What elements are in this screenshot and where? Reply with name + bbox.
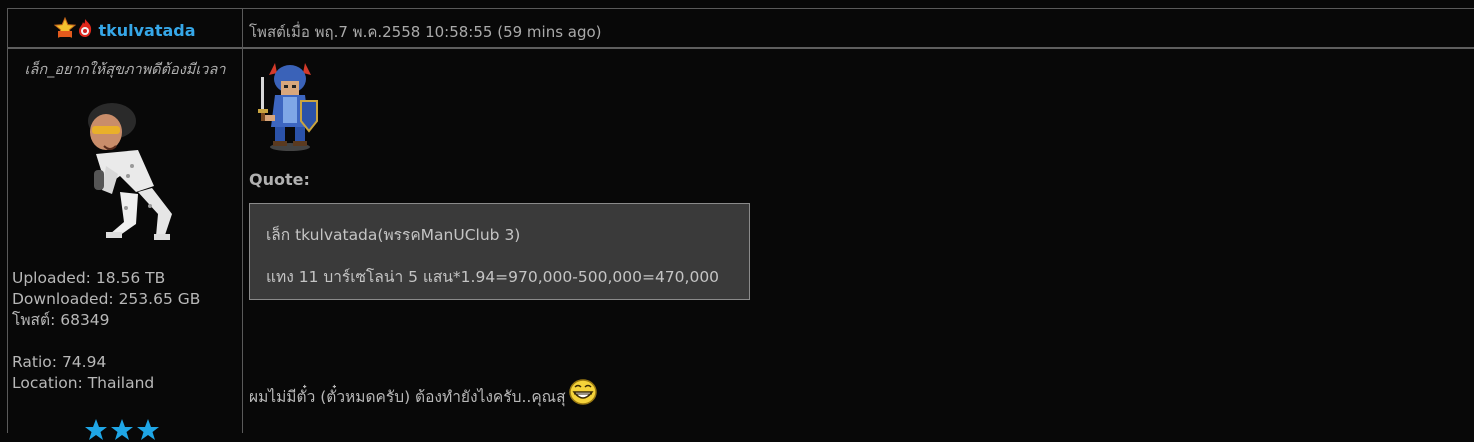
sprite-knight-icon	[258, 63, 318, 151]
blue-star-icon	[111, 419, 133, 440]
posts-stat: โพสต์: 68349	[12, 311, 110, 329]
ratio-stat: Ratio: 74.94	[12, 353, 107, 371]
column-divider	[242, 9, 243, 433]
location-stat: Location: Thailand	[12, 374, 155, 392]
user-stats: Uploaded: 18.56 TB Downloaded: 253.65 GB…	[12, 268, 200, 394]
post-author: tkulvatada	[8, 9, 242, 47]
post-body-text: ผมไม่มีตั๋ว (ตั๋วหมดครับ) ต้องทำยังไงครั…	[249, 388, 566, 406]
rank-icons	[54, 17, 94, 39]
rank-stars	[84, 418, 160, 442]
forum-post: tkulvatada โพสต์เมื่อ พฤ.7 พ.ค.2558 10:5…	[7, 8, 1474, 440]
blue-star-icon	[137, 419, 159, 440]
uploaded-stat: Uploaded: 18.56 TB	[12, 269, 166, 287]
post-header: tkulvatada โพสต์เมื่อ พฤ.7 พ.ค.2558 10:5…	[8, 9, 1474, 49]
blue-star-icon	[85, 419, 107, 440]
user-info-panel: เล็ก_อยากให้สุขภาพดีต้องมีเวลา Uploaded:…	[8, 49, 242, 440]
quote-line: แทง 11 บาร์เซโลน่า 5 แสน*1.94=970,000-50…	[266, 268, 720, 286]
post-body: ผมไม่มีตั๋ว (ตั๋วหมดครับ) ต้องทำยังไงครั…	[249, 379, 597, 409]
fire-rank-icon	[79, 19, 92, 37]
post-timestamp: โพสต์เมื่อ พฤ.7 พ.ค.2558 10:58:55 (59 mi…	[249, 23, 602, 41]
post-content: Quote: เล็ก tkulvatada(พรรคManUClub 3) แ…	[249, 49, 1474, 433]
downloaded-stat: Downloaded: 253.65 GB	[12, 290, 201, 308]
quote-label: Quote:	[249, 170, 310, 189]
user-avatar[interactable]	[66, 96, 182, 246]
grin-smiley-icon	[568, 379, 597, 405]
username-link[interactable]: tkulvatada	[98, 21, 195, 40]
quote-line: เล็ก tkulvatada(พรรคManUClub 3)	[266, 226, 521, 244]
quote-box: เล็ก tkulvatada(พรรคManUClub 3) แทง 11 บ…	[249, 203, 750, 300]
user-title: เล็ก_อยากให้สุขภาพดีต้องมีเวลา	[24, 62, 226, 78]
star-rank-icon	[54, 17, 77, 39]
